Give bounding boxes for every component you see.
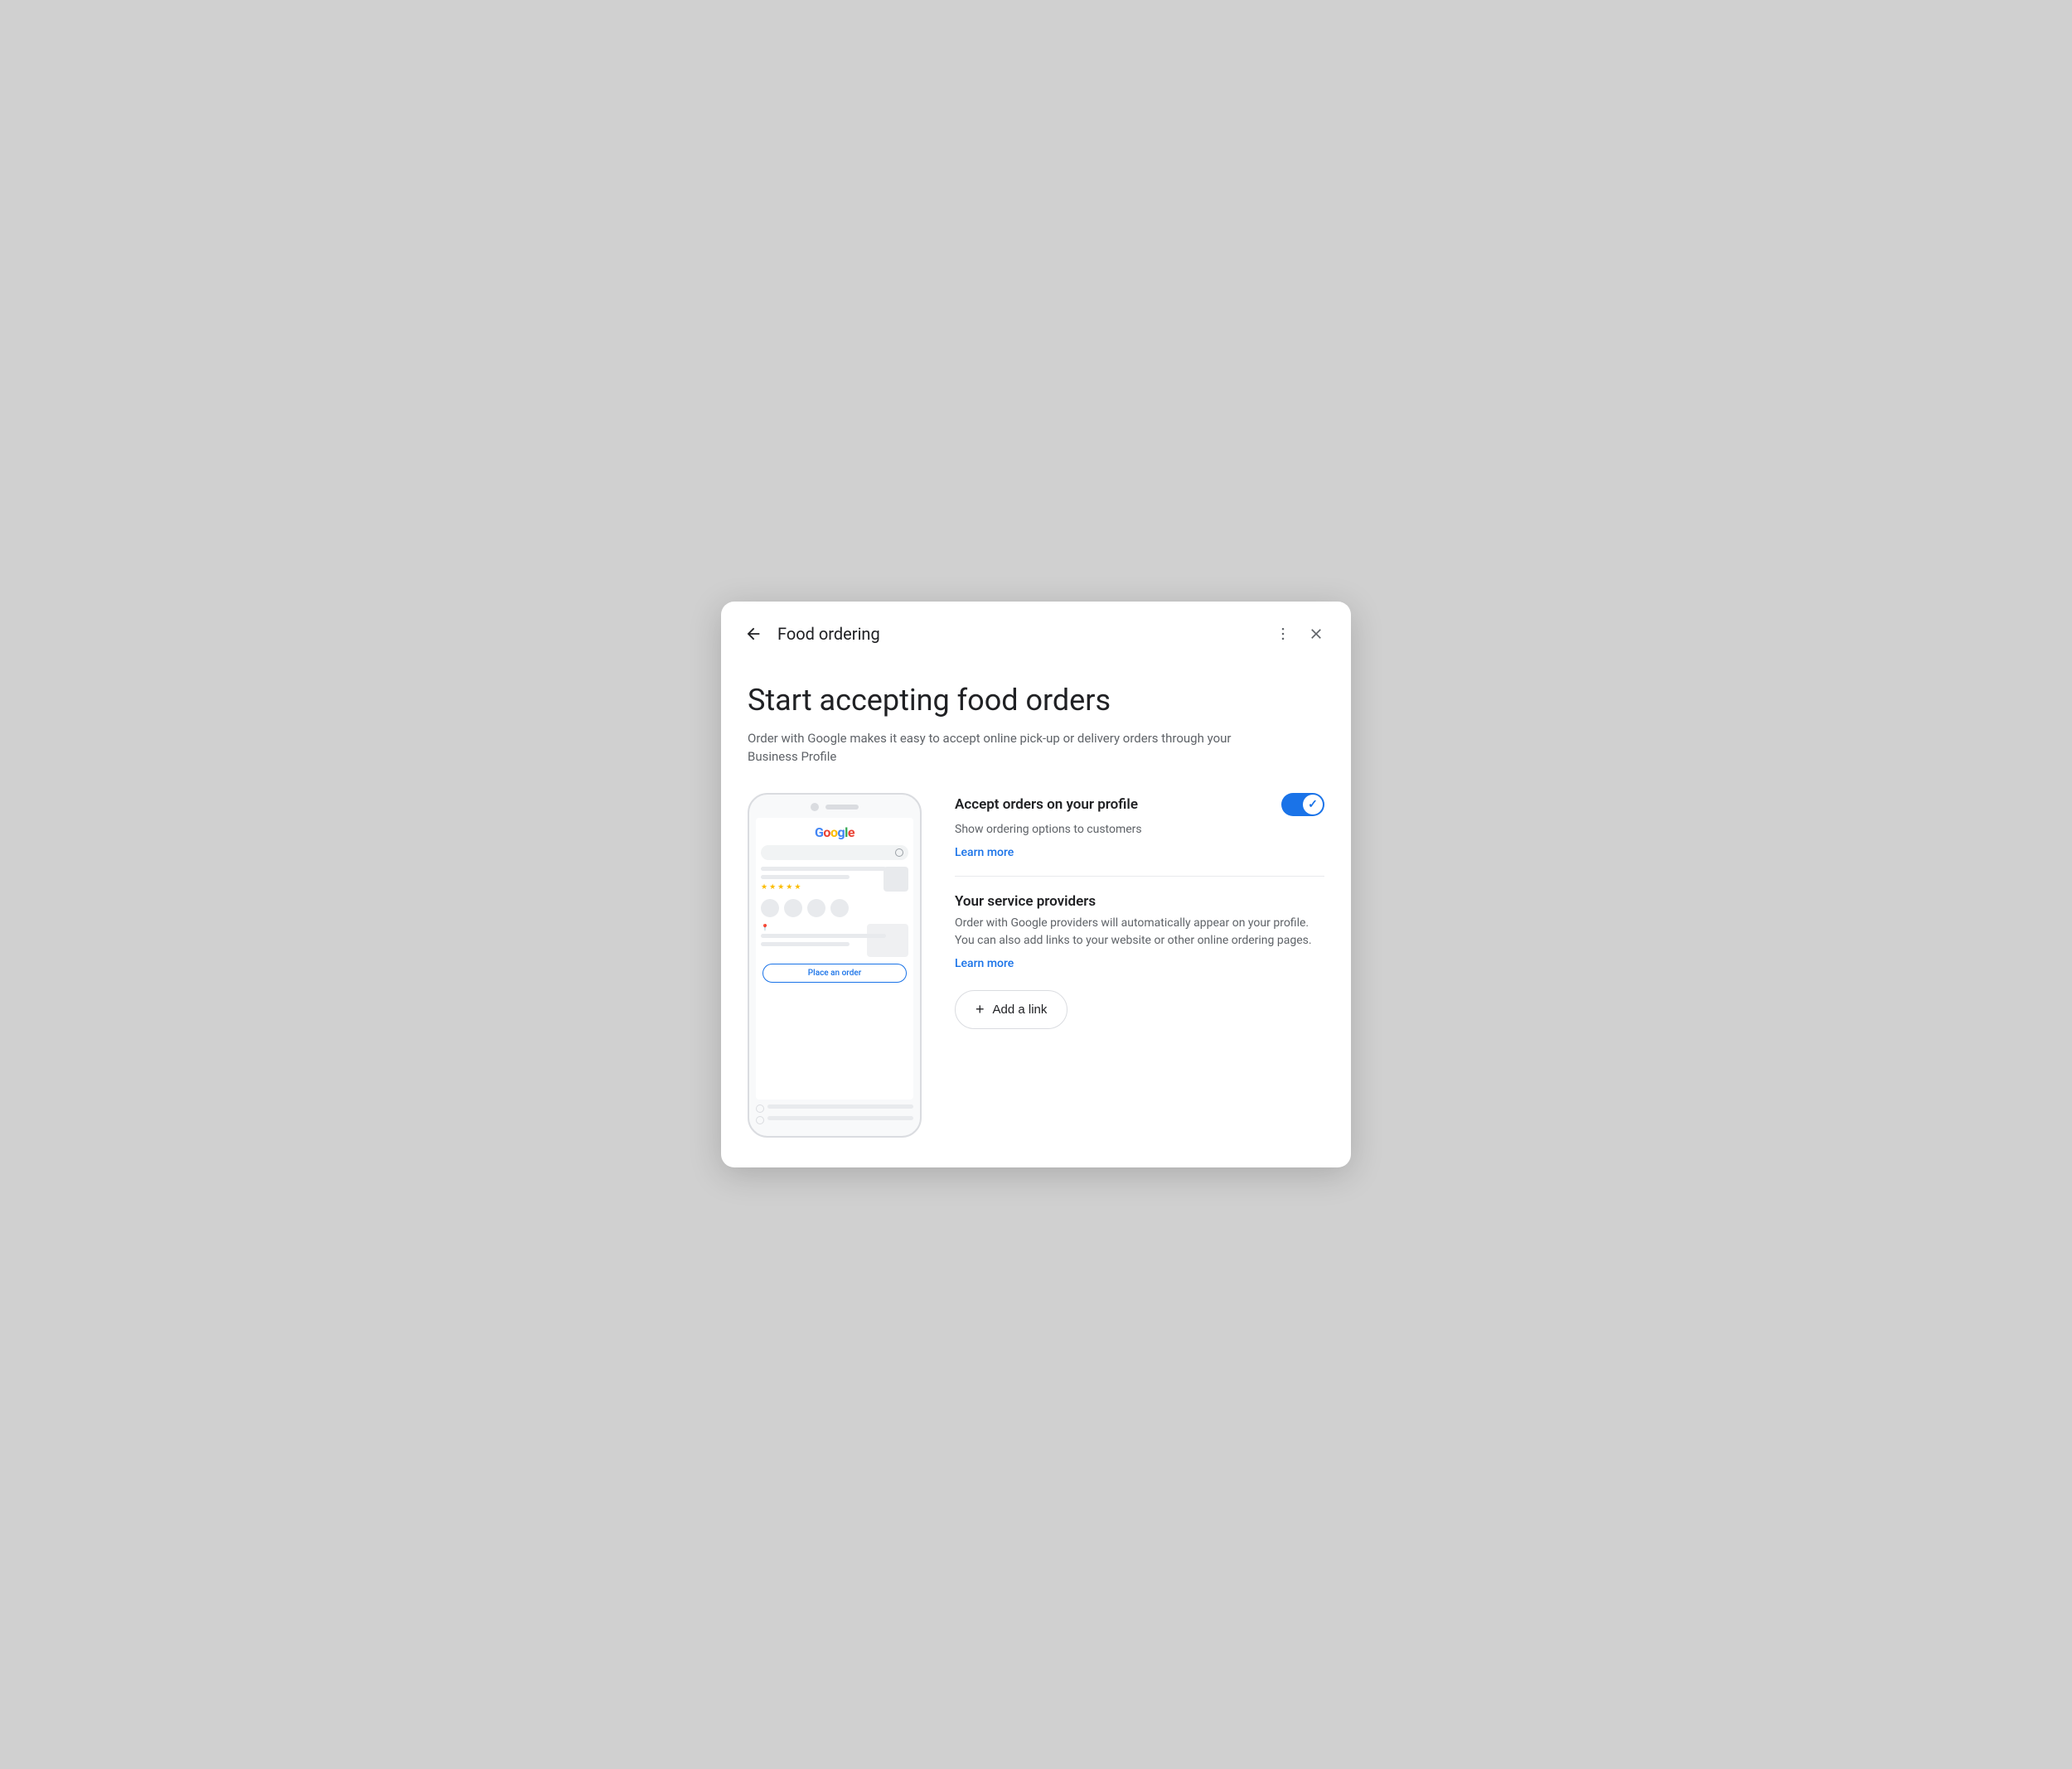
check-icon: ✓ (1308, 798, 1318, 811)
more-options-button[interactable] (1268, 619, 1298, 649)
phone-camera (811, 803, 819, 811)
star-5: ★ (794, 883, 801, 892)
star-4: ★ (786, 883, 792, 892)
search-bar-mock (761, 845, 908, 860)
accept-orders-toggle[interactable]: ✓ (1281, 793, 1324, 816)
action-icons-row (761, 899, 908, 917)
bottom-row-2 (756, 1116, 913, 1124)
search-icon-mock (895, 848, 903, 857)
mock-line-4 (761, 942, 850, 946)
accept-orders-header: Accept orders on your profile ✓ (955, 793, 1324, 816)
star-1: ★ (761, 883, 767, 892)
modal-title: Food ordering (777, 624, 1268, 644)
phone-top (756, 803, 913, 811)
phone-outer: Google ★ (748, 793, 922, 1138)
bottom-line-2 (767, 1116, 913, 1120)
modal-body: Start accepting food orders Order with G… (721, 663, 1351, 1167)
phone-speaker (825, 805, 859, 810)
plus-icon: + (975, 1001, 985, 1018)
google-logo: Google (761, 824, 908, 840)
mock-line-1 (761, 867, 886, 871)
service-providers-header: Your service providers (955, 893, 1324, 910)
star-2: ★ (769, 883, 776, 892)
page-subtitle: Order with Google makes it easy to accep… (748, 729, 1245, 766)
service-providers-section: Your service providers Order with Google… (955, 893, 1324, 970)
bottom-row-1 (756, 1104, 913, 1113)
stars-row: ★ ★ ★ ★ ★ (761, 883, 880, 892)
add-link-label: Add a link (993, 1003, 1048, 1017)
map-area-mock (867, 924, 908, 957)
accept-orders-learn-more[interactable]: Learn more (955, 846, 1014, 859)
close-button[interactable] (1301, 619, 1331, 649)
bottom-icon-2 (756, 1116, 764, 1124)
header-actions (1268, 619, 1331, 649)
business-icon-mock (884, 867, 908, 892)
page-title: Start accepting food orders (748, 683, 1324, 718)
service-providers-title: Your service providers (955, 893, 1096, 910)
phone-mockup: Google ★ (748, 793, 922, 1138)
phone-bottom (756, 1104, 913, 1124)
toggle-thumb: ✓ (1303, 795, 1323, 814)
action-icon-save (807, 899, 825, 917)
bottom-icon-1 (756, 1104, 764, 1113)
add-link-button[interactable]: + Add a link (955, 990, 1067, 1029)
star-3: ★ (777, 883, 784, 892)
right-content: Accept orders on your profile ✓ Show ord… (955, 793, 1324, 1029)
google-logo-text: Google (815, 824, 854, 840)
mock-line-2 (761, 875, 850, 879)
service-providers-learn-more[interactable]: Learn more (955, 957, 1014, 970)
content-row: Google ★ (748, 793, 1324, 1138)
toggle-track[interactable]: ✓ (1281, 793, 1324, 816)
accept-orders-section: Accept orders on your profile ✓ Show ord… (955, 793, 1324, 859)
back-button[interactable] (738, 618, 769, 650)
accept-orders-desc: Show ordering options to customers (955, 821, 1324, 839)
divider (955, 876, 1324, 877)
place-order-button-mock[interactable]: Place an order (762, 964, 907, 983)
food-ordering-modal: Food ordering Start accepting fo (721, 602, 1351, 1167)
accept-orders-title: Accept orders on your profile (955, 796, 1138, 813)
action-icon-directions (784, 899, 802, 917)
service-providers-desc: Order with Google providers will automat… (955, 915, 1324, 950)
action-icon-call (761, 899, 779, 917)
action-icon-share (830, 899, 849, 917)
phone-screen: Google ★ (756, 818, 913, 1100)
modal-header: Food ordering (721, 602, 1351, 663)
bottom-line-1 (767, 1104, 913, 1109)
